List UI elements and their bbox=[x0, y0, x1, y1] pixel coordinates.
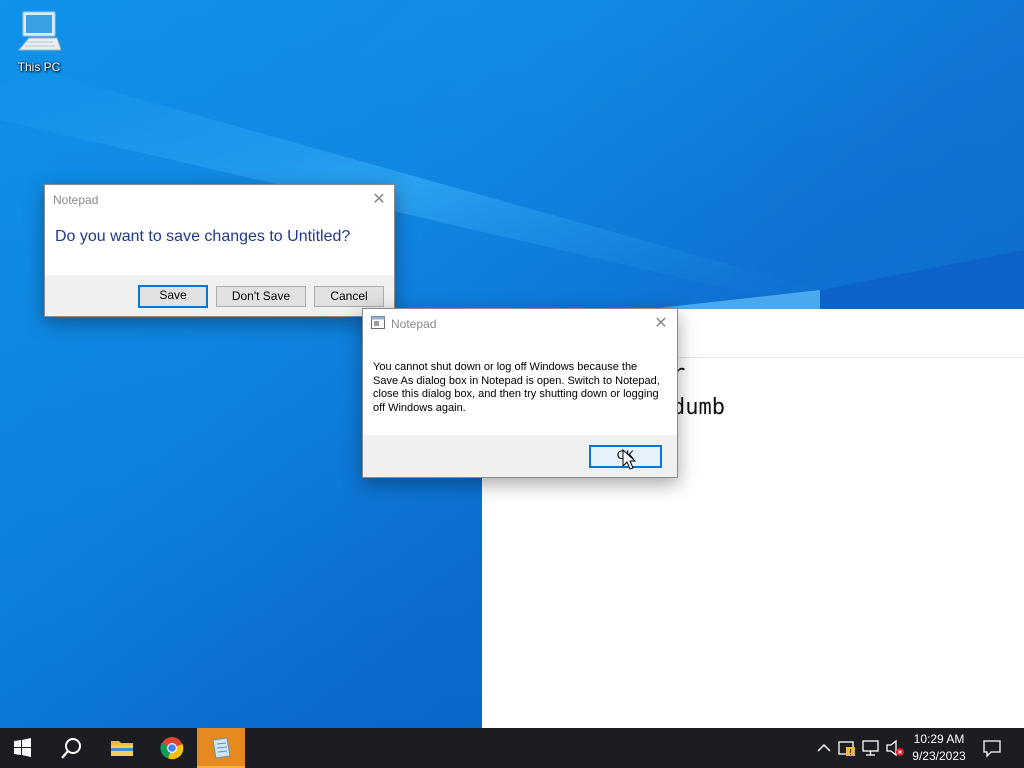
dialog-titlebar[interactable]: Notepad ✕ bbox=[363, 309, 677, 339]
cancel-button[interactable]: Cancel bbox=[314, 286, 384, 307]
dialog-footer: Save Don't Save Cancel bbox=[45, 275, 394, 316]
notification-icon[interactable] bbox=[982, 738, 1002, 758]
svg-text:!: ! bbox=[849, 748, 852, 757]
close-icon[interactable]: ✕ bbox=[650, 313, 672, 335]
start-button[interactable] bbox=[0, 728, 48, 768]
clock-date: 9/23/2023 bbox=[912, 749, 966, 763]
warning-message: You cannot shut down or log off Windows … bbox=[373, 361, 660, 414]
save-prompt-message: Do you want to save changes to Untitled? bbox=[55, 228, 351, 245]
dialog-title: Notepad bbox=[391, 317, 437, 331]
desktop: This PC r dumb Notepad ✕ Do you want to … bbox=[0, 0, 1024, 728]
notepad-icon bbox=[212, 737, 231, 759]
network-icon[interactable] bbox=[861, 738, 881, 758]
mouse-pointer-icon bbox=[622, 449, 637, 470]
search-button[interactable] bbox=[48, 728, 96, 768]
notepad-taskbar-button[interactable] bbox=[197, 728, 245, 768]
dont-save-button[interactable]: Don't Save bbox=[216, 286, 306, 307]
chrome-button[interactable] bbox=[148, 728, 196, 768]
desktop-icon-this-pc[interactable]: This PC bbox=[10, 8, 68, 78]
notepad-app-icon bbox=[371, 316, 385, 329]
save-button[interactable]: Save bbox=[138, 285, 208, 308]
folder-icon bbox=[111, 741, 133, 756]
chrome-icon bbox=[160, 737, 184, 760]
clock-time: 10:29 AM bbox=[913, 732, 965, 746]
taskbar: ! 10:29 AM 9/23/2023 bbox=[0, 728, 1024, 768]
file-explorer-button[interactable] bbox=[98, 728, 146, 768]
volume-muted-icon[interactable] bbox=[885, 738, 905, 758]
chevron-up-icon[interactable] bbox=[814, 738, 834, 758]
computer-icon bbox=[17, 11, 61, 51]
desktop-icon-label: This PC bbox=[17, 60, 61, 74]
dialog-title: Notepad bbox=[53, 193, 99, 207]
editor-line: dumb bbox=[672, 395, 725, 420]
save-changes-dialog: Notepad ✕ Do you want to save changes to… bbox=[44, 184, 395, 317]
windows-logo-icon bbox=[14, 738, 31, 757]
taskbar-clock[interactable]: 10:29 AM 9/23/2023 bbox=[905, 731, 973, 765]
close-icon[interactable]: ✕ bbox=[368, 189, 390, 211]
search-icon bbox=[61, 738, 81, 759]
dialog-titlebar[interactable]: Notepad ✕ bbox=[45, 185, 394, 215]
security-icon[interactable]: ! bbox=[837, 738, 857, 758]
